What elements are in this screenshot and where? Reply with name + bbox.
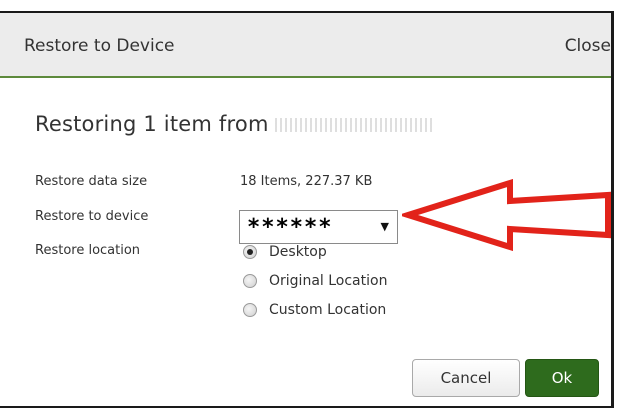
- radio-button[interactable]: [243, 274, 257, 288]
- ok-button[interactable]: Ok: [525, 359, 599, 397]
- dialog-title: Restore to Device: [24, 36, 175, 56]
- radio-button-checked[interactable]: [243, 245, 257, 259]
- restore-device-value: ******: [247, 215, 333, 240]
- restore-to-device-label: Restore to device: [35, 209, 149, 224]
- restoring-heading: Restoring 1 item from: [35, 112, 435, 136]
- radio-label-custom-location: Custom Location: [269, 302, 387, 318]
- restoring-heading-text: Restoring 1 item from: [35, 112, 269, 136]
- restore-location-label: Restore location: [35, 243, 141, 258]
- top-strip: [0, 0, 617, 11]
- cancel-button[interactable]: Cancel: [412, 359, 520, 397]
- red-arrow-icon: [402, 179, 611, 251]
- radio-label-desktop: Desktop: [269, 244, 327, 260]
- restore-device-select[interactable]: ****** ▼: [239, 210, 398, 244]
- restore-data-size-label: Restore data size: [35, 174, 148, 189]
- dialog-bottom-border: [0, 406, 611, 408]
- radio-button[interactable]: [243, 303, 257, 317]
- dialog-header: Restore to Device Close: [0, 13, 611, 78]
- caret-down-icon: ▼: [380, 220, 389, 233]
- radio-label-original-location: Original Location: [269, 273, 388, 289]
- restore-data-size-value: 18 Items, 227.37 KB: [240, 174, 373, 189]
- close-button[interactable]: Close: [565, 36, 611, 56]
- redacted-source-name: [274, 118, 435, 132]
